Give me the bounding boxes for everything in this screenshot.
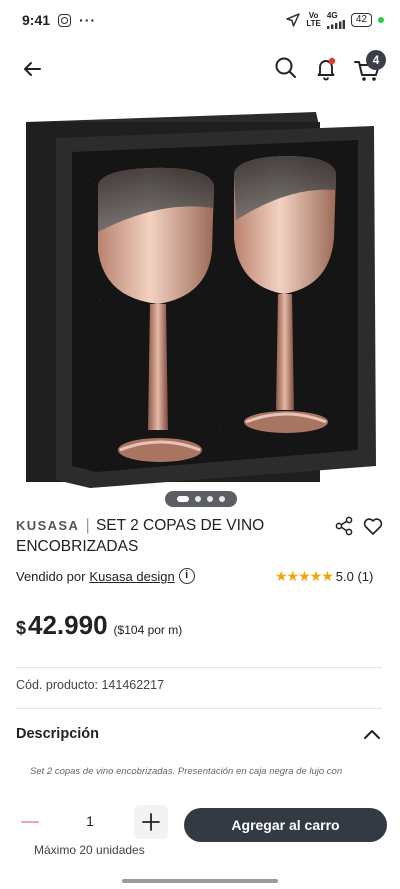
battery-icon: 42 [350,13,372,27]
bell-icon[interactable] [312,54,340,82]
brand-name[interactable]: KUSASA [16,518,79,533]
volte-label: Vo LTE [306,12,321,28]
price-row: $ 42.990 ($104 por m) [16,610,182,641]
currency-sign: $ [16,618,27,638]
info-icon[interactable]: i [178,568,195,584]
carousel-dot-3[interactable] [207,496,213,502]
top-app-bar [0,46,400,90]
product-image[interactable] [0,100,400,490]
description-header[interactable]: Descripción [16,726,99,742]
status-time: 9:41 [22,12,51,28]
status-right: Vo LTE 4G 42 [286,10,384,29]
carousel-dot-4[interactable] [219,496,225,502]
quantity-decrease-button[interactable] [16,808,44,836]
quantity-increase-button[interactable] [134,805,168,839]
chevron-up-icon[interactable] [360,724,384,744]
signal-icon [326,19,345,29]
star-rating-icon: ★★★★★ [275,568,334,584]
location-arrow-icon [286,13,301,27]
status-left: 9:41 ··· [22,12,96,28]
share-icon[interactable] [334,516,354,536]
image-carousel-indicator[interactable] [165,491,237,507]
privacy-indicator-dot [378,17,384,23]
home-indicator[interactable] [122,879,278,883]
signal-group: 4G [326,10,345,29]
net-type-label: 4G [326,10,338,20]
status-bar: 9:41 ··· Vo LTE 4G 42 [0,0,400,40]
more-notifications-icon: ··· [79,12,97,28]
seller-info: Vendido por Kusasa design i [16,568,195,584]
heart-icon[interactable] [362,515,384,537]
price-per-unit: ($104 por m) [113,623,183,637]
description-text: Set 2 copas de vino encobrizadas. Presen… [30,766,343,777]
product-price: 42.990 [28,610,108,640]
quantity-value[interactable]: 1 [78,813,102,829]
seller-link[interactable]: Kusasa design [89,569,174,584]
volte-bottom: LTE [306,19,321,28]
carousel-dot-2[interactable] [195,496,201,502]
cart-count-badge: 4 [366,50,386,70]
instagram-icon [58,13,72,27]
carousel-dot-1[interactable] [177,496,189,502]
seller-prefix: Vendido por [16,568,86,584]
search-icon[interactable] [272,54,300,82]
title-separator: | [85,517,90,534]
product-title: KUSASA | SET 2 COPAS DE VINO ENCOBRIZADA… [16,515,326,557]
product-rating[interactable]: ★★★★★ 5.0 (1) [275,568,373,585]
product-code: Cód. producto: 141462217 [16,678,165,692]
divider [16,708,382,709]
back-arrow-icon[interactable] [18,54,48,84]
add-to-cart-button[interactable]: Agregar al carro [184,808,387,842]
divider [16,667,382,668]
rating-value: 5.0 (1) [335,569,374,584]
notification-dot [328,57,336,65]
max-units-note: Máximo 20 unidades [34,843,145,857]
